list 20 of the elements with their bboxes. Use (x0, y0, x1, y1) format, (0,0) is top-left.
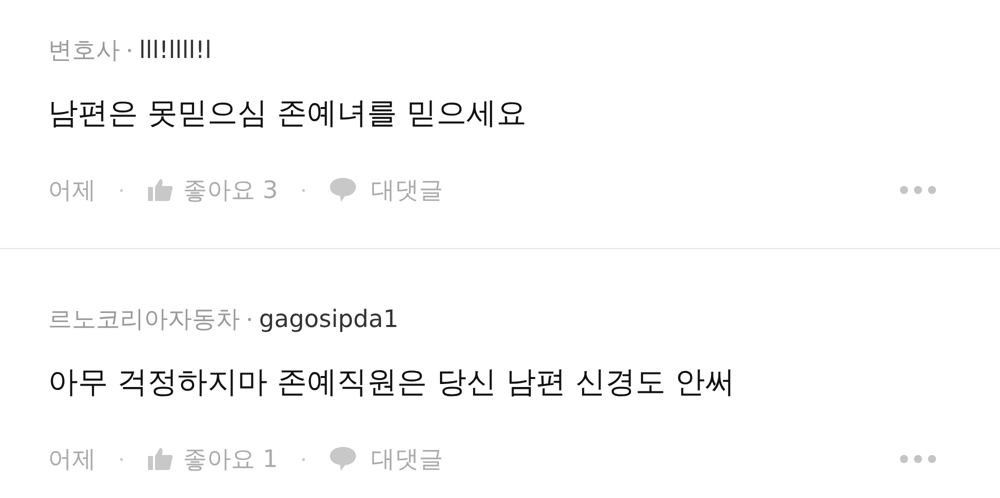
more-icon (900, 186, 936, 194)
author-name[interactable]: gagosipda1 (259, 299, 398, 339)
like-button[interactable]: 좋아요 3 (147, 170, 278, 210)
comment-text: 아무 걱정하지마 존예직원은 당신 남편 신경도 안써 (48, 364, 736, 402)
speech-bubble-icon (328, 177, 357, 203)
more-button[interactable] (900, 186, 936, 194)
more-icon (900, 455, 936, 463)
thumbs-up-icon (147, 178, 173, 202)
more-button[interactable] (900, 455, 936, 463)
reply-button[interactable]: 대댓글 (328, 170, 443, 210)
comment-time: 어제 (48, 444, 96, 475)
thumbs-up-icon (147, 447, 173, 471)
speech-bubble-icon (328, 446, 357, 472)
comment-time: 어제 (48, 175, 96, 206)
author-name[interactable]: lll!llll!l (139, 30, 212, 70)
comment-text: 남편은 못믿으심 존예녀를 믿으세요 (48, 95, 528, 133)
author-affiliation: 변호사 (48, 35, 120, 66)
like-button[interactable]: 좋아요 1 (147, 439, 278, 479)
author-affiliation: 르노코리아자동차 (48, 304, 240, 335)
reply-button[interactable]: 대댓글 (328, 439, 443, 479)
